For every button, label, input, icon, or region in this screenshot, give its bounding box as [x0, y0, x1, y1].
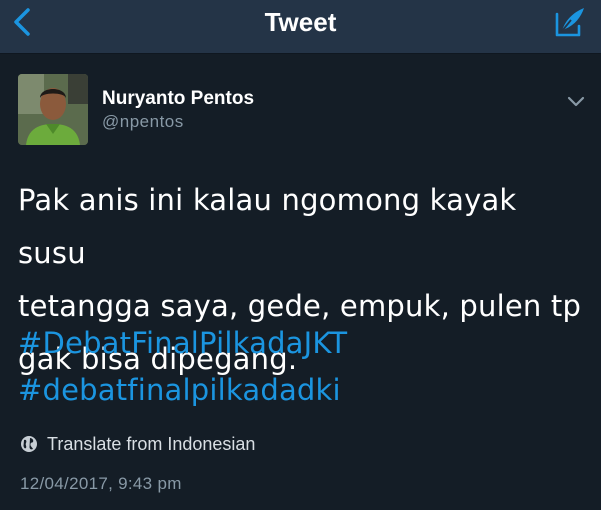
avatar-photo [18, 74, 88, 145]
tweet-timestamp: 12/04/2017, 9:43 pm [20, 474, 182, 493]
hashtag-link[interactable]: #DebatFinalPilkadaJKT [18, 320, 347, 367]
chevron-down-icon [567, 96, 585, 107]
author-handle[interactable]: @npentos [102, 112, 184, 132]
top-navbar: Tweet [0, 0, 601, 54]
author-display-name[interactable]: Nuryanto Pentos [102, 88, 254, 110]
translate-label: Translate from Indonesian [47, 433, 256, 454]
compose-tweet-button[interactable] [551, 4, 587, 40]
compose-tweet-icon [555, 8, 584, 37]
page-title: Tweet [264, 7, 337, 37]
tweet-text-line: Pak anis ini kalau ngomong kayak susu [18, 183, 517, 270]
hashtag-link[interactable]: #debatfinalpilkadadki [18, 367, 347, 414]
avatar[interactable] [18, 74, 88, 145]
globe-icon [21, 436, 37, 452]
hashtag-list: #DebatFinalPilkadaJKT #debatfinalpilkada… [18, 320, 347, 414]
tweet-options-button[interactable] [563, 90, 589, 112]
translate-button[interactable]: Translate from Indonesian [20, 433, 255, 455]
